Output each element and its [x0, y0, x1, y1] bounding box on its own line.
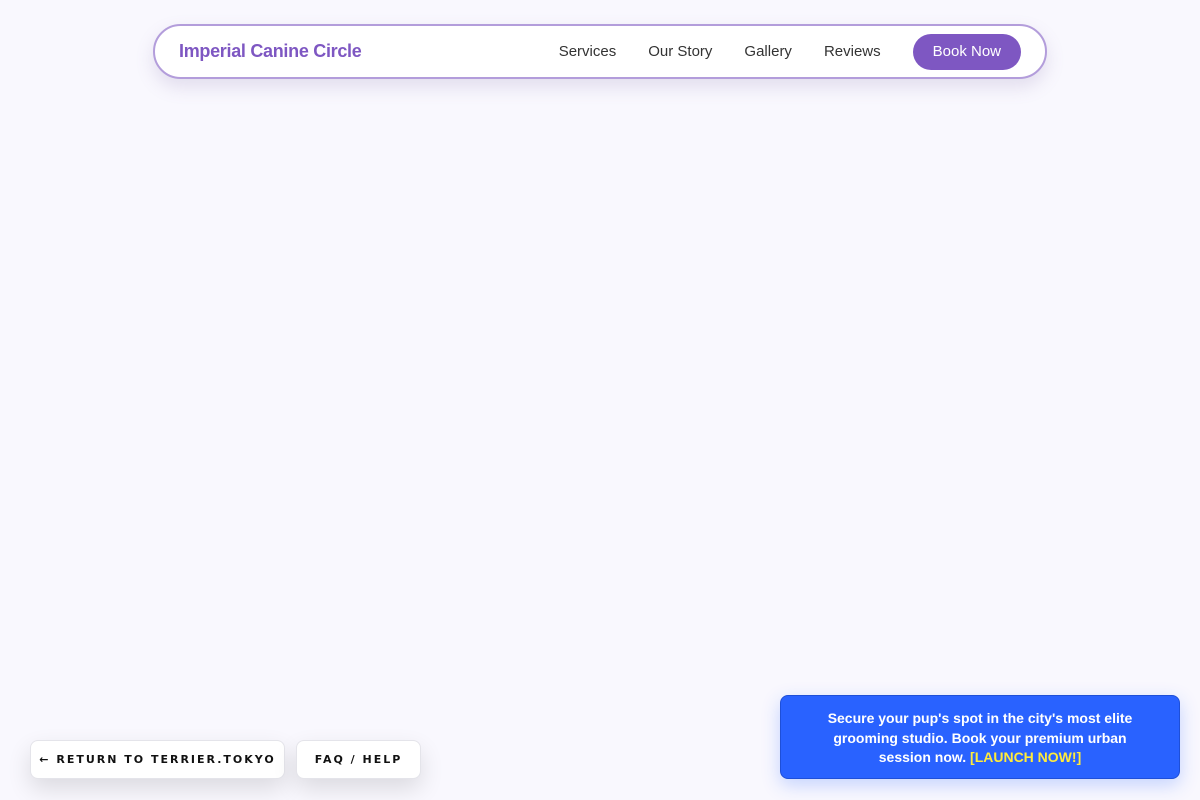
promo-banner[interactable]: Secure your pup's spot in the city's mos… — [780, 695, 1180, 779]
launch-now-link[interactable]: [LAUNCH NOW!] — [970, 749, 1081, 765]
top-navbar: Imperial Canine Circle Services Our Stor… — [153, 24, 1047, 79]
nav-link-gallery[interactable]: Gallery — [744, 43, 792, 60]
book-now-button[interactable]: Book Now — [912, 33, 1021, 70]
brand-logo[interactable]: Imperial Canine Circle — [179, 41, 362, 62]
faq-help-button[interactable]: FAQ / HELP — [296, 740, 421, 779]
nav-link-reviews[interactable]: Reviews — [824, 43, 881, 60]
nav-link-our-story[interactable]: Our Story — [648, 43, 712, 60]
return-to-terrier-button[interactable]: ← RETURN TO TERRIER.TOKYO — [30, 740, 285, 779]
nav-links: Services Our Story Gallery Reviews Book … — [559, 33, 1021, 70]
nav-link-services[interactable]: Services — [559, 43, 617, 60]
